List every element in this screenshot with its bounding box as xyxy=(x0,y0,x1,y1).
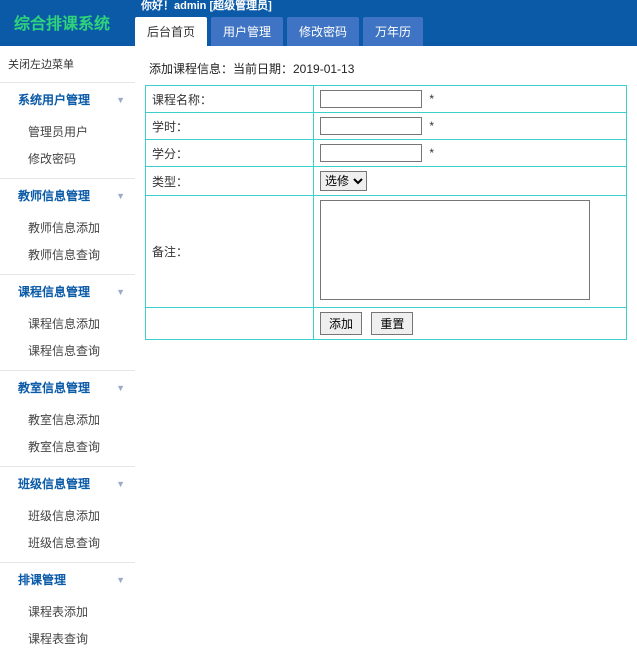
sidebar-item-change-password[interactable]: 修改密码 xyxy=(0,145,135,172)
sidebar-item-teacher-add[interactable]: 教师信息添加 xyxy=(0,214,135,241)
cell-credits: * xyxy=(314,140,627,167)
sidebar-group-classrooms: 教室信息管理 ▼ 教室信息添加 教室信息查询 xyxy=(0,370,135,466)
chevron-down-icon: ▼ xyxy=(116,575,125,585)
sidebar-item-timetable-query[interactable]: 课程表查询 xyxy=(0,625,135,652)
sidebar-group-head[interactable]: 课程信息管理 ▼ xyxy=(0,275,135,308)
submit-button[interactable]: 添加 xyxy=(320,312,362,335)
sidebar-group-teachers: 教师信息管理 ▼ 教师信息添加 教师信息查询 xyxy=(0,178,135,274)
required-marker: * xyxy=(429,146,434,160)
sidebar-group-items: 课程表添加 课程表查询 xyxy=(0,596,135,658)
cell-remark xyxy=(314,196,627,308)
select-type[interactable]: 选修 xyxy=(320,171,367,191)
cell-hours: * xyxy=(314,113,627,140)
required-marker: * xyxy=(429,119,434,133)
tab-calendar[interactable]: 万年历 xyxy=(363,17,423,46)
row-course-name: 课程名称： * xyxy=(146,86,627,113)
top-right: 你好！admin [超级管理员] 后台首页 用户管理 修改密码 万年历 xyxy=(135,0,637,46)
sidebar-item-classroom-add[interactable]: 教室信息添加 xyxy=(0,406,135,433)
top-bar: 综合排课系统 你好！admin [超级管理员] 后台首页 用户管理 修改密码 万… xyxy=(0,0,637,46)
sidebar-group-classes: 班级信息管理 ▼ 班级信息添加 班级信息查询 xyxy=(0,466,135,562)
label-credits: 学分： xyxy=(146,140,314,167)
course-form-table: 课程名称： * 学时： * 学分： * xyxy=(145,85,627,340)
sidebar-item-teacher-query[interactable]: 教师信息查询 xyxy=(0,241,135,268)
cell-type: 选修 xyxy=(314,167,627,196)
sidebar-group-schedule: 排课管理 ▼ 课程表添加 课程表查询 xyxy=(0,562,135,658)
sidebar-group-title: 排课管理 xyxy=(18,571,66,588)
chevron-down-icon: ▼ xyxy=(116,191,125,201)
close-sidebar-link[interactable]: 关闭左边菜单 xyxy=(0,52,135,82)
reset-button[interactable]: 重置 xyxy=(371,312,413,335)
row-credits: 学分： * xyxy=(146,140,627,167)
sidebar-group-courses: 课程信息管理 ▼ 课程信息添加 课程信息查询 xyxy=(0,274,135,370)
main-content: 添加课程信息：当前日期：2019-01-13 课程名称： * 学时： * 学分： xyxy=(135,46,637,658)
sidebar-group-head[interactable]: 班级信息管理 ▼ xyxy=(0,467,135,500)
sidebar-item-admin-users[interactable]: 管理员用户 xyxy=(0,118,135,145)
chevron-down-icon: ▼ xyxy=(116,95,125,105)
sidebar-group-items: 管理员用户 修改密码 xyxy=(0,116,135,178)
label-hours: 学时： xyxy=(146,113,314,140)
input-hours[interactable] xyxy=(320,117,422,135)
label-remark: 备注： xyxy=(146,196,314,308)
sidebar-group-head[interactable]: 系统用户管理 ▼ xyxy=(0,83,135,116)
sidebar-group-title: 系统用户管理 xyxy=(18,91,90,108)
form-heading: 添加课程信息：当前日期：2019-01-13 xyxy=(149,60,627,77)
row-hours: 学时： * xyxy=(146,113,627,140)
tab-users[interactable]: 用户管理 xyxy=(211,17,283,46)
sidebar-group-head[interactable]: 排课管理 ▼ xyxy=(0,563,135,596)
sidebar-group-items: 课程信息添加 课程信息查询 xyxy=(0,308,135,370)
sidebar-group-title: 班级信息管理 xyxy=(18,475,90,492)
cell-actions-spacer xyxy=(146,308,314,340)
chevron-down-icon: ▼ xyxy=(116,287,125,297)
sidebar-group-title: 教室信息管理 xyxy=(18,379,90,396)
sidebar-group-head[interactable]: 教室信息管理 ▼ xyxy=(0,371,135,404)
sidebar-group-system-users: 系统用户管理 ▼ 管理员用户 修改密码 xyxy=(0,82,135,178)
sidebar-group-title: 教师信息管理 xyxy=(18,187,90,204)
top-tabs: 后台首页 用户管理 修改密码 万年历 xyxy=(135,17,629,46)
chevron-down-icon: ▼ xyxy=(116,479,125,489)
sidebar-item-timetable-add[interactable]: 课程表添加 xyxy=(0,598,135,625)
app-logo: 综合排课系统 xyxy=(0,10,135,46)
row-remark: 备注： xyxy=(146,196,627,308)
label-course-name: 课程名称： xyxy=(146,86,314,113)
tab-home[interactable]: 后台首页 xyxy=(135,17,207,46)
sidebar-group-items: 班级信息添加 班级信息查询 xyxy=(0,500,135,562)
cell-actions: 添加 重置 xyxy=(314,308,627,340)
sidebar-item-course-query[interactable]: 课程信息查询 xyxy=(0,337,135,364)
sidebar-item-course-add[interactable]: 课程信息添加 xyxy=(0,310,135,337)
textarea-remark[interactable] xyxy=(320,200,590,300)
sidebar-group-title: 课程信息管理 xyxy=(18,283,90,300)
required-marker: * xyxy=(429,92,434,106)
sidebar-item-class-add[interactable]: 班级信息添加 xyxy=(0,502,135,529)
sidebar-group-head[interactable]: 教师信息管理 ▼ xyxy=(0,179,135,212)
row-type: 类型： 选修 xyxy=(146,167,627,196)
sidebar-item-class-query[interactable]: 班级信息查询 xyxy=(0,529,135,556)
chevron-down-icon: ▼ xyxy=(116,383,125,393)
layout: 关闭左边菜单 系统用户管理 ▼ 管理员用户 修改密码 教师信息管理 ▼ 教师信息… xyxy=(0,46,637,658)
sidebar: 关闭左边菜单 系统用户管理 ▼ 管理员用户 修改密码 教师信息管理 ▼ 教师信息… xyxy=(0,46,135,658)
greeting-text: 你好！admin [超级管理员] xyxy=(135,0,629,17)
sidebar-group-items: 教室信息添加 教室信息查询 xyxy=(0,404,135,466)
sidebar-group-items: 教师信息添加 教师信息查询 xyxy=(0,212,135,274)
row-actions: 添加 重置 xyxy=(146,308,627,340)
input-credits[interactable] xyxy=(320,144,422,162)
sidebar-item-classroom-query[interactable]: 教室信息查询 xyxy=(0,433,135,460)
tab-change-password[interactable]: 修改密码 xyxy=(287,17,359,46)
cell-course-name: * xyxy=(314,86,627,113)
input-course-name[interactable] xyxy=(320,90,422,108)
label-type: 类型： xyxy=(146,167,314,196)
